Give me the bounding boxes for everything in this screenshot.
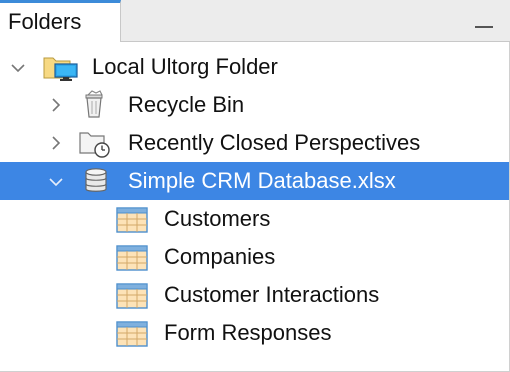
tree-item-label: Local Ultorg Folder <box>92 54 278 79</box>
tab-folders-label: Folders <box>8 9 82 34</box>
folder-tree: Local Ultorg Folder Recycle Bin Recently… <box>0 48 509 352</box>
tab-folders[interactable]: Folders <box>0 0 121 42</box>
tree-item-recycle-bin[interactable]: Recycle Bin <box>0 86 509 124</box>
chevron-down-icon[interactable] <box>10 60 26 76</box>
chevron-down-icon[interactable] <box>48 174 64 190</box>
table-icon <box>116 245 148 276</box>
folders-window: Folders Local Ultorg Folder Recycle Bin … <box>0 0 510 372</box>
tree-item-table[interactable]: Companies <box>0 238 509 276</box>
tree-item-label: Customer Interactions <box>164 282 380 307</box>
tree-item-table[interactable]: Form Responses <box>0 314 509 352</box>
chevron-right-icon[interactable] <box>48 135 64 151</box>
tree-item-label: Recently Closed Perspectives <box>128 130 421 155</box>
folder-monitor-icon <box>42 52 80 87</box>
minimize-button[interactable] <box>472 8 498 34</box>
table-icon <box>116 321 148 352</box>
table-icon <box>116 283 148 314</box>
table-icon <box>116 207 148 238</box>
tree-item-local-ultorg-folder[interactable]: Local Ultorg Folder <box>0 48 509 86</box>
tab-strip: Folders <box>0 0 510 42</box>
chevron-right-icon[interactable] <box>48 97 64 113</box>
tree-item-table[interactable]: Customer Interactions <box>0 276 509 314</box>
tree-item-recently-closed[interactable]: Recently Closed Perspectives <box>0 124 509 162</box>
folder-clock-icon <box>78 129 112 164</box>
tree-item-label: Simple CRM Database.xlsx <box>128 168 396 193</box>
database-icon <box>84 167 108 200</box>
tree-item-label: Companies <box>164 244 276 269</box>
recycle-bin-icon <box>82 90 106 125</box>
tree-item-label: Form Responses <box>164 320 332 345</box>
tree-item-label: Customers <box>164 206 271 231</box>
tree-item-simple-crm-database[interactable]: Simple CRM Database.xlsx <box>0 162 509 200</box>
tree-item-table[interactable]: Customers <box>0 200 509 238</box>
tree-item-label: Recycle Bin <box>128 92 245 117</box>
